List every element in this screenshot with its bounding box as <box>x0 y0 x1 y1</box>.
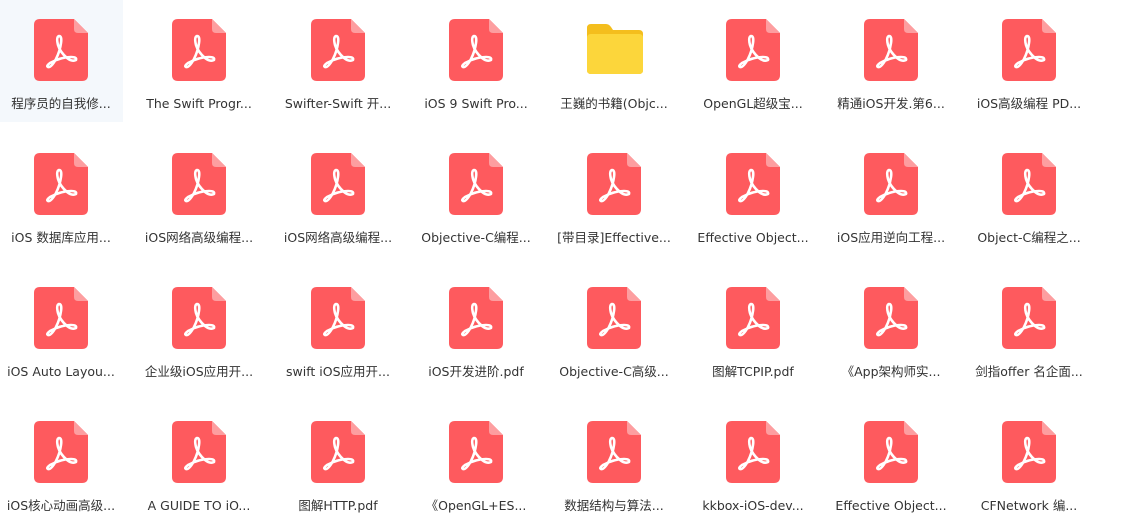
pdf-icon <box>311 19 365 81</box>
pdf-icon <box>449 421 503 483</box>
pdf-icon <box>311 153 365 215</box>
file-name: 企业级iOS应用开... <box>144 364 254 379</box>
file-name: 精通iOS开发.第6... <box>837 96 945 111</box>
file-tile[interactable]: 剑指offer 名企面... <box>967 268 1091 390</box>
pdf-icon <box>34 19 88 81</box>
file-tile[interactable]: iOS开发进阶.pdf <box>414 268 538 390</box>
pdf-icon <box>172 153 226 215</box>
file-name: 图解HTTP.pdf <box>298 498 378 513</box>
pdf-icon <box>864 153 918 215</box>
file-tile[interactable]: Objective-C高级... <box>552 268 676 390</box>
file-name: kkbox-iOS-dev... <box>702 498 804 513</box>
pdf-icon <box>172 19 226 81</box>
file-tile[interactable]: 图解HTTP.pdf <box>276 402 400 522</box>
file-tile[interactable]: Effective Object... <box>829 402 953 522</box>
file-tile[interactable]: Object-C编程之... <box>967 134 1091 256</box>
pdf-icon <box>587 153 641 215</box>
file-name: swift iOS应用开... <box>286 364 390 379</box>
pdf-icon <box>587 421 641 483</box>
file-name: OpenGL超级宝... <box>703 96 803 111</box>
file-tile[interactable]: iOS应用逆向工程... <box>829 134 953 256</box>
file-name: 图解TCPIP.pdf <box>712 364 794 379</box>
file-tile[interactable]: A GUIDE TO iO... <box>137 402 261 522</box>
file-tile[interactable]: [带目录]Effective... <box>552 134 676 256</box>
file-name: iOS网络高级编程... <box>144 230 254 245</box>
file-name: 剑指offer 名企面... <box>975 364 1083 379</box>
file-name: 王巍的书籍(Objc... <box>560 96 668 111</box>
file-name: iOS核心动画高级... <box>6 498 116 513</box>
file-tile[interactable]: CFNetwork 编... <box>967 402 1091 522</box>
file-tile[interactable]: 王巍的书籍(Objc... <box>552 0 676 122</box>
pdf-icon <box>864 19 918 81</box>
pdf-icon <box>726 153 780 215</box>
file-name: Swifter-Swift 开... <box>284 96 392 111</box>
file-tile[interactable]: 《App架构师实... <box>829 268 953 390</box>
file-tile[interactable]: iOS网络高级编程... <box>276 134 400 256</box>
pdf-icon <box>1002 421 1056 483</box>
file-tile[interactable]: kkbox-iOS-dev... <box>691 402 815 522</box>
file-name: iOS网络高级编程... <box>283 230 393 245</box>
file-tile[interactable]: Objective-C编程... <box>414 134 538 256</box>
file-name: Object-C编程之... <box>977 230 1081 245</box>
file-tile[interactable]: 图解TCPIP.pdf <box>691 268 815 390</box>
file-name: iOS应用逆向工程... <box>836 230 946 245</box>
file-name: 程序员的自我修... <box>11 96 111 111</box>
file-name: iOS开发进阶.pdf <box>428 364 524 379</box>
pdf-icon <box>726 421 780 483</box>
pdf-icon <box>449 287 503 349</box>
pdf-icon <box>1002 19 1056 81</box>
pdf-icon <box>172 287 226 349</box>
file-name: 《OpenGL+ES... <box>425 498 527 513</box>
file-name: A GUIDE TO iO... <box>147 498 251 513</box>
pdf-icon <box>864 421 918 483</box>
file-tile[interactable]: iOS Auto Layou... <box>0 268 123 390</box>
pdf-icon <box>1002 153 1056 215</box>
file-tile[interactable]: iOS 9 Swift Pro... <box>414 0 538 122</box>
file-name: Effective Object... <box>697 230 809 245</box>
file-tile[interactable]: iOS 数据库应用... <box>0 134 123 256</box>
pdf-icon <box>34 153 88 215</box>
file-tile[interactable]: 《OpenGL+ES... <box>414 402 538 522</box>
file-name: iOS高级编程 PD... <box>976 96 1082 111</box>
file-name: Effective Object... <box>835 498 947 513</box>
file-tile[interactable]: 程序员的自我修... <box>0 0 123 122</box>
file-name: Objective-C高级... <box>559 364 669 379</box>
pdf-icon <box>449 19 503 81</box>
file-name: The Swift Progr... <box>146 96 252 111</box>
pdf-icon <box>864 287 918 349</box>
pdf-icon <box>34 421 88 483</box>
pdf-icon <box>311 287 365 349</box>
pdf-icon <box>726 19 780 81</box>
file-tile[interactable]: swift iOS应用开... <box>276 268 400 390</box>
pdf-icon <box>311 421 365 483</box>
pdf-icon <box>726 287 780 349</box>
file-tile[interactable]: The Swift Progr... <box>137 0 261 122</box>
pdf-icon <box>34 287 88 349</box>
file-name: [带目录]Effective... <box>557 230 671 245</box>
file-tile[interactable]: 精通iOS开发.第6... <box>829 0 953 122</box>
file-name: Objective-C编程... <box>421 230 531 245</box>
file-name: iOS 数据库应用... <box>11 230 111 245</box>
file-tile[interactable]: Swifter-Swift 开... <box>276 0 400 122</box>
pdf-icon <box>172 421 226 483</box>
file-tile[interactable]: Effective Object... <box>691 134 815 256</box>
file-tile[interactable]: OpenGL超级宝... <box>691 0 815 122</box>
file-name: CFNetwork 编... <box>980 498 1078 513</box>
file-tile[interactable]: iOS高级编程 PD... <box>967 0 1091 122</box>
file-name: 《App架构师实... <box>841 364 941 379</box>
file-tile[interactable]: 数据结构与算法... <box>552 402 676 522</box>
file-tile[interactable]: 企业级iOS应用开... <box>137 268 261 390</box>
pdf-icon <box>449 153 503 215</box>
file-tile[interactable]: iOS核心动画高级... <box>0 402 123 522</box>
pdf-icon <box>587 287 641 349</box>
pdf-icon <box>1002 287 1056 349</box>
file-name: 数据结构与算法... <box>564 498 664 513</box>
file-tile[interactable]: iOS网络高级编程... <box>137 134 261 256</box>
file-name: iOS 9 Swift Pro... <box>424 96 528 111</box>
file-name: iOS Auto Layou... <box>7 364 115 379</box>
folder-icon <box>584 24 644 74</box>
file-grid: 程序员的自我修... The Swift Progr... Swifter-Swif… <box>0 0 1122 522</box>
